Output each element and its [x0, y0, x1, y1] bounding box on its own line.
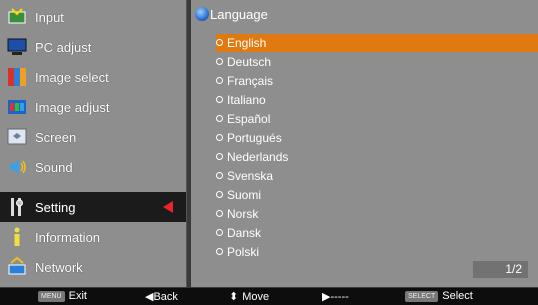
menu-item-screen[interactable]: Screen: [0, 122, 186, 152]
sound-icon: [6, 156, 28, 178]
help-next: ▶-----: [322, 291, 349, 303]
menu-item-label: Setting: [35, 199, 76, 215]
menu-item-label: Input: [35, 9, 64, 25]
radio-bullet-icon: [216, 248, 223, 255]
radio-bullet-icon: [216, 172, 223, 179]
menu-item-information[interactable]: Information: [0, 222, 186, 252]
language-option-francais[interactable]: Français: [216, 72, 538, 90]
menu-item-image-select[interactable]: Image select: [0, 62, 186, 92]
radio-bullet-icon: [216, 115, 223, 122]
language-option-english[interactable]: English: [216, 34, 538, 52]
radio-bullet-icon: [216, 210, 223, 217]
radio-bullet-icon: [216, 77, 223, 84]
globe-icon: [195, 7, 209, 21]
menu-item-network[interactable]: Network: [0, 252, 186, 282]
menu-item-pc-adjust[interactable]: PC adjust: [0, 32, 186, 62]
help-select: SELECT Select: [405, 290, 473, 302]
menu-item-label: Network: [35, 259, 83, 275]
help-back: ◀Back: [145, 291, 178, 303]
menu-item-setting[interactable]: Setting: [0, 192, 186, 222]
language-option-espanol[interactable]: Español: [216, 110, 538, 128]
submenu-title: Language: [210, 7, 268, 22]
menu-item-label: Screen: [35, 129, 77, 145]
main-menu: Input PC adjust Image select Image adjus…: [0, 0, 187, 287]
radio-bullet-icon: [216, 39, 223, 46]
radio-bullet-icon: [216, 229, 223, 236]
menu-item-label: Sound: [35, 159, 73, 175]
information-icon: [6, 226, 28, 248]
pointer-notch: [205, 40, 213, 54]
menu-item-label: Image select: [35, 69, 109, 85]
menu-item-label: Image adjust: [35, 99, 110, 115]
help-exit: MENU Exit: [38, 290, 87, 302]
menu-key-icon: MENU: [38, 290, 65, 302]
language-option-portugues[interactable]: Portugués: [216, 129, 538, 147]
language-option-italiano[interactable]: Italiano: [216, 91, 538, 109]
image-adjust-icon: [6, 96, 28, 118]
menu-item-image-adjust[interactable]: Image adjust: [0, 92, 186, 122]
menu-item-label: PC adjust: [35, 39, 92, 55]
language-submenu: Language English Deutsch Français Italia…: [191, 0, 538, 287]
radio-bullet-icon: [216, 191, 223, 198]
setting-icon: [6, 196, 28, 218]
help-bar: MENU Exit ◀Back ⬍ Move ▶----- SELECT Sel…: [0, 288, 538, 305]
menu-item-label: Information: [35, 229, 101, 245]
up-down-arrow-icon: ⬍: [229, 291, 239, 303]
language-option-dansk[interactable]: Dansk: [216, 224, 538, 242]
menu-item-sound[interactable]: Sound: [0, 152, 186, 182]
input-icon: [6, 6, 28, 28]
select-key-icon: SELECT: [405, 290, 439, 302]
radio-bullet-icon: [216, 96, 223, 103]
language-option-nederlands[interactable]: Nederlands: [216, 148, 538, 166]
selection-arrow-icon: [163, 201, 173, 213]
help-move: ⬍ Move: [229, 290, 270, 304]
image-select-icon: [6, 66, 28, 88]
radio-bullet-icon: [216, 134, 223, 141]
network-icon: [6, 256, 28, 278]
pc-adjust-icon: [6, 36, 28, 58]
language-option-polski[interactable]: Polski: [216, 243, 538, 261]
screen-icon: [6, 126, 28, 148]
language-option-norsk[interactable]: Norsk: [216, 205, 538, 223]
page-indicator: 1/2: [473, 261, 528, 278]
radio-bullet-icon: [216, 153, 223, 160]
menu-item-input[interactable]: Input: [0, 2, 186, 32]
radio-bullet-icon: [216, 58, 223, 65]
language-option-suomi[interactable]: Suomi: [216, 186, 538, 204]
language-option-deutsch[interactable]: Deutsch: [216, 53, 538, 71]
language-option-svenska[interactable]: Svenska: [216, 167, 538, 185]
